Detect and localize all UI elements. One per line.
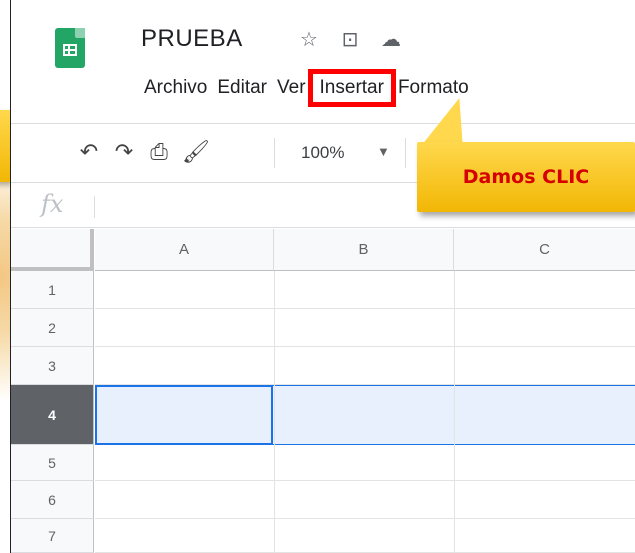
- column-header-a[interactable]: A: [95, 229, 274, 271]
- move-to-folder-icon[interactable]: ⊡: [339, 27, 361, 52]
- partial-callout-left: [0, 110, 10, 182]
- formula-divider: [94, 196, 95, 218]
- paint-format-icon[interactable]: 🖌: [182, 139, 210, 165]
- print-icon[interactable]: ⎙: [147, 139, 171, 165]
- table-row[interactable]: [95, 519, 635, 553]
- star-icon[interactable]: ☆: [298, 27, 320, 52]
- menu-ver[interactable]: Ver: [272, 76, 311, 100]
- title-actions: ☆ ⊡ ☁: [298, 27, 402, 52]
- row-header-5[interactable]: 5: [11, 445, 94, 481]
- select-all-corner[interactable]: [11, 229, 94, 271]
- table-row[interactable]: [95, 271, 635, 309]
- menu-insertar[interactable]: Insertar: [307, 69, 396, 107]
- document-title[interactable]: PRUEBA: [141, 25, 243, 53]
- toolbar-divider: [405, 138, 406, 168]
- table-row[interactable]: [95, 347, 635, 385]
- row-header-2[interactable]: 2: [11, 309, 94, 347]
- menu-editar[interactable]: Editar: [212, 76, 272, 100]
- table-row[interactable]: [95, 309, 635, 347]
- spreadsheet-grid: A B C 1 2 3 4 5 6 7: [11, 229, 635, 553]
- table-row[interactable]: [95, 445, 635, 481]
- sheets-window: PRUEBA ☆ ⊡ ☁ Archivo Editar Ver Insertar…: [10, 0, 635, 553]
- fx-icon: fx: [41, 190, 64, 218]
- redo-icon[interactable]: ↷: [112, 139, 136, 165]
- row-header-4[interactable]: 4: [11, 385, 94, 445]
- google-sheets-logo-icon[interactable]: [55, 28, 85, 68]
- column-header-c[interactable]: C: [454, 229, 635, 271]
- column-header-b[interactable]: B: [274, 229, 454, 271]
- undo-icon[interactable]: ↶: [77, 139, 101, 165]
- row-header-3[interactable]: 3: [11, 347, 94, 385]
- menu-archivo[interactable]: Archivo: [139, 76, 212, 100]
- zoom-select[interactable]: 100%: [301, 143, 344, 163]
- column-divider: [454, 271, 455, 553]
- row-header-6[interactable]: 6: [11, 481, 94, 519]
- row-header-1[interactable]: 1: [11, 271, 94, 309]
- column-divider: [274, 271, 275, 553]
- cloud-saved-icon[interactable]: ☁: [380, 27, 402, 52]
- menu-formato[interactable]: Formato: [393, 76, 474, 100]
- menu-bar: Archivo Editar Ver Insertar Formato: [139, 69, 474, 107]
- toolbar-divider: [274, 138, 275, 168]
- row-header-7[interactable]: 7: [11, 519, 94, 553]
- table-row[interactable]: [95, 481, 635, 519]
- active-cell-a4[interactable]: [95, 385, 273, 445]
- chevron-down-icon[interactable]: ▼: [377, 144, 390, 159]
- callout-label: Damos CLIC: [417, 142, 635, 212]
